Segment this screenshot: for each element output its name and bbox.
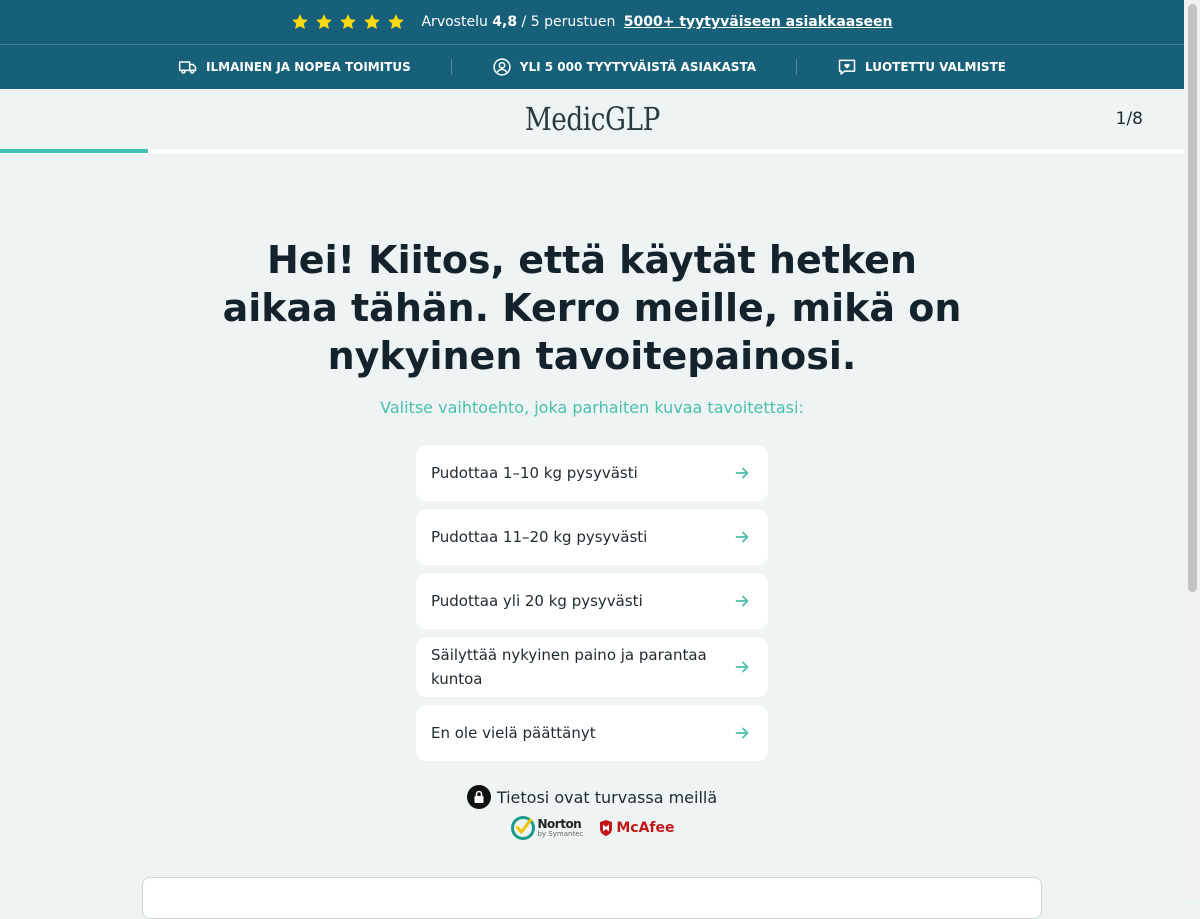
user-circle-icon <box>493 58 511 76</box>
security-badges: Norton by Symantec McAfee <box>510 815 675 841</box>
option-label: Säilyttää nykyinen paino ja parantaa kun… <box>431 646 707 688</box>
truck-icon <box>178 61 197 74</box>
option-label: En ole vielä päättänyt <box>431 724 596 742</box>
scrollbar[interactable] <box>1184 0 1200 900</box>
rating-bar: Arvostelu 4,8 / 5 perustuen 5000+ tyytyv… <box>0 0 1184 45</box>
option-label: Pudottaa yli 20 kg pysyvästi <box>431 592 643 610</box>
mcafee-shield-icon <box>600 820 613 836</box>
content-card <box>142 877 1042 919</box>
question-subtitle: Valitse vaihtoehto, joka parhaiten kuvaa… <box>380 398 804 417</box>
feature-shipping: ILMAINEN JA NOPEA TOIMITUS <box>138 57 451 77</box>
progress-fill <box>0 149 148 153</box>
option-label: Pudottaa 11–20 kg pysyvästi <box>431 528 648 546</box>
mcafee-label: McAfee <box>616 820 675 836</box>
arrow-right-icon <box>735 595 749 607</box>
star-icon <box>292 14 309 30</box>
mcafee-badge: McAfee <box>599 820 675 836</box>
feature-label: ILMAINEN JA NOPEA TOIMITUS <box>206 60 411 74</box>
security-note: Tietosi ovat turvassa meillä <box>466 785 718 809</box>
arrow-right-icon <box>735 661 749 673</box>
star-icon <box>388 14 405 30</box>
arrow-right-icon <box>735 531 749 543</box>
answer-options: Pudottaa 1–10 kg pysyvästi Pudottaa 11–2… <box>416 445 768 761</box>
quiz-step: Hei! Kiitos, että käytät hetken aikaa tä… <box>0 154 1184 841</box>
reviews-link[interactable]: 5000+ tyytyväiseen asiakkaaseen <box>624 14 893 30</box>
option-button[interactable]: Pudottaa 11–20 kg pysyvästi <box>416 509 768 565</box>
site-header: MedicGLP 1/8 <box>0 89 1184 149</box>
rating-value: 4,8 <box>492 14 518 30</box>
feature-customers: YLI 5 000 TYYTYVÄISTÄ ASIAKASTA <box>452 57 796 77</box>
rating-prefix: Arvostelu <box>421 14 488 30</box>
feature-label: LUOTETTU VALMISTE <box>865 60 1006 74</box>
arrow-right-icon <box>735 727 749 739</box>
rating-suffix: / 5 perustuen <box>521 14 616 30</box>
logo[interactable]: MedicGLP <box>524 100 659 138</box>
chat-heart-icon <box>838 59 856 75</box>
question-title: Hei! Kiitos, että käytät hetken aikaa tä… <box>222 238 962 378</box>
scrollbar-thumb[interactable] <box>1188 4 1197 592</box>
security-text: Tietosi ovat turvassa meillä <box>496 787 718 807</box>
norton-check-icon <box>510 816 535 840</box>
features-bar: ILMAINEN JA NOPEA TOIMITUS YLI 5 000 TYY… <box>0 45 1184 89</box>
option-button[interactable]: Säilyttää nykyinen paino ja parantaa kun… <box>416 637 768 697</box>
star-icon <box>340 14 357 30</box>
option-label: Pudottaa 1–10 kg pysyvästi <box>431 464 638 482</box>
norton-label: Norton <box>537 817 582 831</box>
norton-sub: by Symantec <box>537 830 584 838</box>
norton-badge: Norton by Symantec <box>510 815 584 841</box>
feature-label: YLI 5 000 TYYTYVÄISTÄ ASIAKASTA <box>519 60 756 74</box>
arrow-right-icon <box>735 467 749 479</box>
lock-icon <box>466 785 491 809</box>
step-counter: 1/8 <box>1115 109 1143 129</box>
feature-trusted: LUOTETTU VALMISTE <box>797 57 1046 77</box>
rating-stars <box>291 13 405 31</box>
star-icon <box>316 14 333 30</box>
option-button[interactable]: En ole vielä päättänyt <box>416 705 768 761</box>
star-icon <box>364 14 381 30</box>
option-button[interactable]: Pudottaa 1–10 kg pysyvästi <box>416 445 768 501</box>
option-button[interactable]: Pudottaa yli 20 kg pysyvästi <box>416 573 768 629</box>
rating-text: Arvostelu 4,8 / 5 perustuen 5000+ tyytyv… <box>421 14 892 30</box>
